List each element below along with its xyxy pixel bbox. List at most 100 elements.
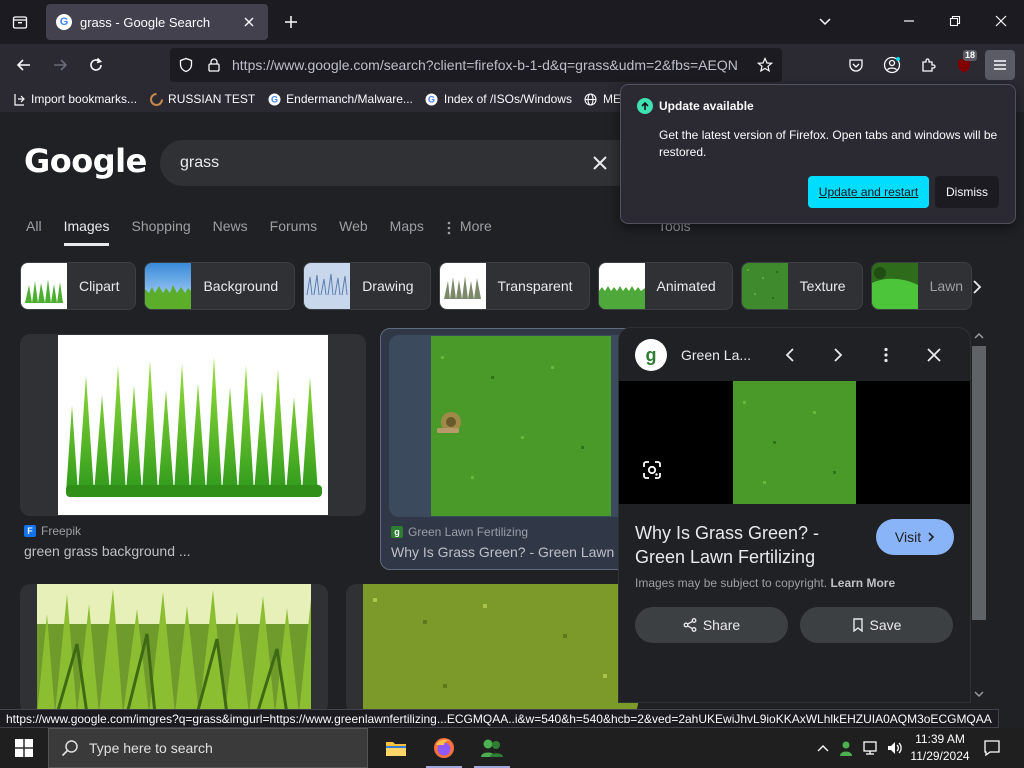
taskbar-clock[interactable]: 11:39 AM 11/29/2024 — [908, 731, 972, 765]
bookmark-star-button[interactable] — [750, 50, 780, 80]
chips-next-button[interactable] — [962, 272, 992, 302]
tray-users-icon-button[interactable] — [836, 728, 858, 768]
share-button[interactable]: Share — [635, 607, 788, 643]
url-text: https://www.google.com/search?client=fir… — [232, 57, 738, 73]
close-icon — [927, 348, 941, 362]
restore-button[interactable] — [940, 6, 970, 36]
close-window-button[interactable] — [986, 6, 1016, 36]
image-result[interactable] — [346, 584, 638, 709]
chip-texture[interactable]: Texture — [740, 262, 863, 310]
visit-button[interactable]: Visit — [876, 519, 954, 555]
start-button[interactable] — [0, 728, 48, 768]
image-result[interactable]: F Freepik green grass background ... — [20, 334, 366, 574]
notification-center-button[interactable] — [978, 728, 1006, 768]
result-title[interactable]: Why Is Grass Green? - Green Lawn — [391, 544, 653, 560]
bookmark-import[interactable]: Import bookmarks... — [12, 92, 137, 106]
search-input[interactable]: grass — [180, 154, 585, 172]
extensions-button[interactable] — [913, 50, 943, 80]
tab-close-button[interactable] — [240, 13, 258, 31]
search-box[interactable]: grass — [160, 140, 660, 186]
chip-label: Background — [203, 278, 279, 294]
image-result-selected[interactable]: g Green Lawn Fertilizing Why Is Grass Gr… — [380, 328, 656, 570]
site-logo: g — [635, 339, 667, 371]
chip-background[interactable]: Background — [144, 262, 296, 310]
preview-next-button[interactable] — [823, 340, 853, 370]
tray-network-button[interactable] — [860, 728, 882, 768]
image-result[interactable] — [20, 584, 328, 709]
result-thumbnail — [363, 584, 638, 709]
chip-transparent[interactable]: Transparent — [438, 262, 590, 310]
result-source-name: Freepik — [41, 524, 82, 538]
tray-volume-button[interactable] — [884, 728, 906, 768]
chip-label: Clipart — [79, 278, 120, 294]
tab-forums[interactable]: Forums — [270, 212, 317, 246]
preview-scrollbar[interactable] — [970, 330, 986, 702]
result-title[interactable]: green grass background ... — [24, 543, 354, 559]
chip-animated[interactable]: Animated — [597, 262, 733, 310]
bookmark-russian-test[interactable]: RUSSIAN TEST — [149, 92, 255, 106]
copyright-notice: Images may be subject to copyright. Lear… — [635, 576, 895, 590]
tab-shopping[interactable]: Shopping — [131, 212, 190, 246]
reload-button[interactable] — [81, 50, 111, 80]
save-button[interactable]: Save — [800, 607, 953, 643]
preview-site-name[interactable]: Green La... — [681, 347, 751, 363]
update-and-restart-button[interactable]: Update and restart — [808, 176, 929, 208]
preview-title[interactable]: Why Is Grass Green? - Green Lawn Fertili… — [635, 521, 865, 569]
bookmark-endermanch[interactable]: G Endermanch/Malware... — [267, 92, 413, 106]
chip-thumbnail — [741, 263, 788, 309]
result-thumbnail — [58, 335, 328, 515]
ublock-extension-button[interactable]: 18 — [949, 50, 979, 80]
arrow-right-icon — [54, 59, 68, 71]
app-menu-button[interactable] — [985, 50, 1015, 80]
google-logo[interactable]: Google — [24, 142, 147, 180]
clear-search-button[interactable] — [585, 148, 615, 178]
hamburger-menu-icon — [994, 60, 1006, 70]
popup-title: Update available — [659, 99, 754, 113]
tab-images[interactable]: Images — [63, 212, 110, 246]
tab-list-button[interactable] — [6, 8, 34, 36]
taskbar-firefox[interactable] — [420, 728, 468, 768]
url-bar[interactable]: https://www.google.com/search?client=fir… — [170, 48, 782, 82]
preview-grass-image — [733, 381, 856, 504]
google-lens-button[interactable] — [639, 457, 665, 483]
tab-google-search[interactable]: G grass - Google Search — [46, 4, 268, 40]
url-host: https://www.google.com — [232, 57, 380, 73]
preview-more-button[interactable] — [871, 340, 901, 370]
tab-strip: G grass - Google Search — [0, 0, 1024, 44]
google-favicon-icon: G — [425, 92, 439, 106]
reload-icon — [90, 57, 103, 71]
preview-close-button[interactable] — [919, 340, 949, 370]
new-tab-button[interactable] — [278, 8, 304, 36]
chip-lawn[interactable]: Lawn — [870, 262, 973, 310]
preview-image[interactable] — [619, 381, 970, 504]
chip-clipart[interactable]: Clipart — [20, 262, 137, 310]
tab-all[interactable]: All — [26, 212, 42, 246]
taskbar-file-explorer[interactable] — [372, 728, 420, 768]
bookmark-index-isos[interactable]: G Index of /ISOs/Windows — [425, 92, 572, 106]
chip-thumbnail — [145, 263, 192, 309]
scrollbar-thumb[interactable] — [972, 346, 986, 620]
pocket-button[interactable] — [841, 50, 871, 80]
tab-maps[interactable]: Maps — [390, 212, 424, 246]
forward-button[interactable] — [45, 50, 75, 80]
tab-title: grass - Google Search — [80, 14, 211, 30]
learn-more-link[interactable]: Learn More — [830, 576, 895, 590]
tab-news[interactable]: News — [213, 212, 248, 246]
tray-overflow-button[interactable] — [814, 728, 832, 768]
taskbar-search-box[interactable]: Type here to search — [48, 728, 368, 768]
minimize-button[interactable] — [894, 6, 924, 36]
account-button[interactable] — [877, 50, 907, 80]
chip-label: Texture — [799, 278, 846, 294]
close-icon — [593, 156, 607, 170]
tab-web[interactable]: Web — [339, 212, 368, 246]
tab-more[interactable]: More — [446, 212, 492, 246]
svg-text:G: G — [271, 94, 278, 104]
back-button[interactable] — [9, 50, 39, 80]
chip-drawing[interactable]: Drawing — [303, 262, 431, 310]
chevron-right-icon — [834, 348, 843, 362]
list-all-tabs-button[interactable] — [810, 6, 840, 36]
import-icon — [12, 92, 26, 106]
taskbar-users-app[interactable] — [468, 728, 516, 768]
dismiss-button[interactable]: Dismiss — [935, 176, 999, 208]
preview-prev-button[interactable] — [775, 340, 805, 370]
